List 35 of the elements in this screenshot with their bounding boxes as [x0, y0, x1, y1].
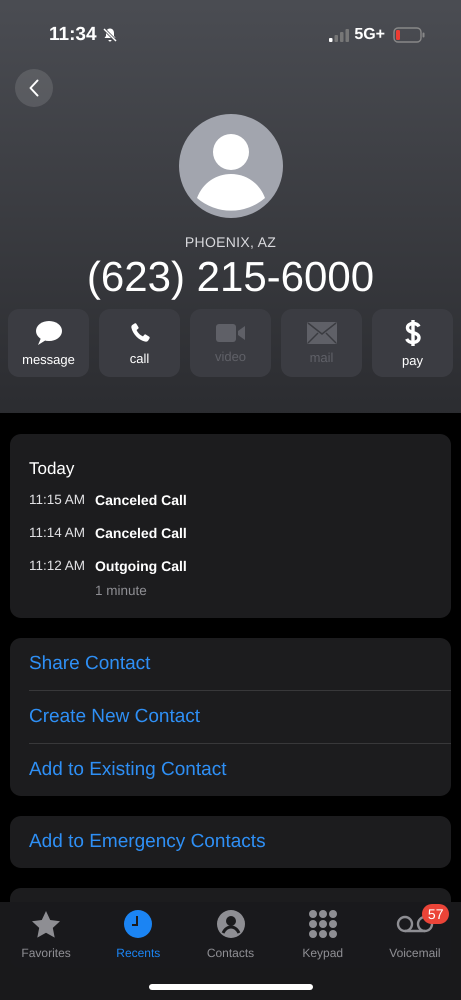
- contact-action-link[interactable]: Share Contact: [29, 653, 150, 675]
- call-type: Canceled Call: [95, 492, 187, 508]
- clock-icon: [124, 910, 152, 938]
- contact-action-link[interactable]: Create New Contact: [29, 706, 200, 728]
- phone-number: (623) 215-6000: [86, 253, 374, 301]
- video-camera-icon: [216, 322, 246, 342]
- count-badge: 57: [422, 904, 450, 924]
- pay-button[interactable]: pay: [372, 309, 453, 377]
- call-type: Canceled Call: [95, 525, 187, 541]
- back-button[interactable]: [15, 69, 53, 107]
- envelope-icon: [306, 322, 336, 344]
- call-time: 11:14 AM: [29, 525, 85, 541]
- call-button[interactable]: call: [99, 309, 180, 377]
- contacts-tab[interactable]: Contacts: [184, 908, 277, 964]
- location-label: PHOENIX, AZ: [184, 234, 276, 250]
- recents-tab[interactable]: Recents: [92, 908, 184, 964]
- favorites-tab[interactable]: Favorites: [0, 908, 92, 964]
- person-circle-icon: [216, 910, 244, 938]
- call-type: Outgoing Call: [95, 558, 187, 574]
- chevron-left-icon: [29, 79, 39, 97]
- contact-action-link[interactable]: Add to Existing Contact: [29, 759, 226, 781]
- signal-icon: [329, 28, 350, 42]
- keypad-tab[interactable]: Keypad: [276, 908, 369, 964]
- message-button[interactable]: message: [8, 309, 89, 377]
- star-icon: [31, 910, 62, 938]
- call-time: 11:15 AM: [29, 492, 85, 508]
- speech-bubble-icon: [34, 320, 62, 346]
- keypad-icon: [308, 910, 337, 938]
- network-type: 5G+: [354, 26, 385, 44]
- battery-icon: [393, 27, 425, 43]
- dollar-icon: [404, 318, 422, 346]
- history-heading: Today: [29, 459, 76, 479]
- call-time: 11:12 AM: [29, 558, 85, 575]
- call-duration: 1 minute: [95, 583, 148, 598]
- status-time: 11:34: [49, 24, 97, 46]
